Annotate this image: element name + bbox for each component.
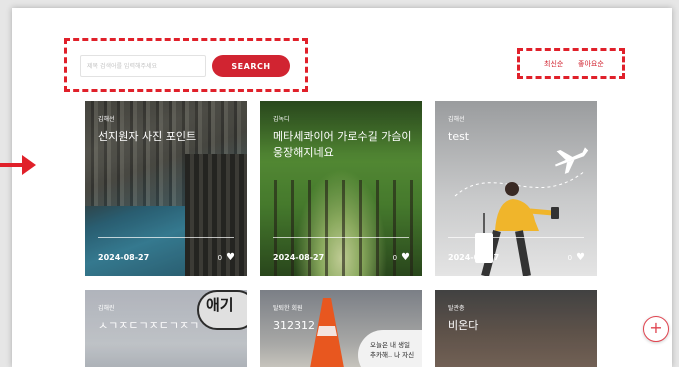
card-likes: 0 ♥: [218, 253, 235, 263]
card-author: 탈퇴한 회원: [273, 305, 303, 312]
card-date: 2024-08-27: [98, 253, 150, 262]
card-likes: 0 ♥: [568, 253, 585, 263]
card-author: 탈관충: [448, 305, 465, 312]
sort-likes-link[interactable]: 좋아요순: [578, 59, 604, 69]
heart-icon[interactable]: ♥: [576, 253, 585, 263]
card-divider: [448, 237, 584, 238]
sort-latest-link[interactable]: 최신순: [544, 59, 563, 69]
card-author: 김녹디: [273, 116, 290, 123]
plus-icon[interactable]: +: [643, 316, 669, 342]
card-title: ㅅㄱㅈㄷㄱㅈㄷㄱㅈㄱ: [98, 319, 200, 332]
page-frame: SEARCH 최신순 좋아요순 김해선 선지원자 사진 포인트 2024-08-…: [12, 8, 672, 367]
search-button[interactable]: SEARCH: [212, 55, 290, 77]
card-author: 김해린: [98, 305, 115, 312]
card-divider: [98, 237, 234, 238]
card-title: 312312: [273, 319, 315, 332]
like-count: 0: [217, 254, 223, 262]
card-title: 메타세콰이어 가로수길 가슴이 웅장해지네요: [273, 130, 412, 159]
card-title: 비온다: [448, 319, 479, 332]
card-date: 2024-08-27: [448, 253, 500, 262]
post-card[interactable]: 애기 김해린 ㅅㄱㅈㄷㄱㅈㄷㄱㅈㄱ: [85, 290, 247, 367]
sort-area-highlight: [517, 48, 625, 79]
card-author: 김해선: [448, 116, 465, 123]
heart-icon[interactable]: ♥: [401, 253, 410, 263]
card-date: 2024-08-27: [273, 253, 325, 262]
traveler-illustration: [454, 147, 589, 276]
card-author: 김해선: [98, 116, 115, 123]
card-divider: [273, 237, 409, 238]
like-count: 0: [392, 254, 398, 262]
arrow-right-icon: [0, 155, 36, 175]
post-card[interactable]: 오늘은 내 생일 추카해.. 나 자신 탈퇴한 회원 312312: [260, 290, 422, 367]
post-card[interactable]: 김녹디 메타세콰이어 가로수길 가슴이 웅장해지네요 2024-08-27 0 …: [260, 101, 422, 276]
post-card[interactable]: 김해선 선지원자 사진 포인트 2024-08-27 0 ♥: [85, 101, 247, 276]
like-count: 0: [567, 254, 573, 262]
card-title: test: [448, 130, 470, 143]
post-card[interactable]: 탈관충 비온다: [435, 290, 597, 367]
bubble-text: 오늘은 내 생일 추카해.. 나 자신: [370, 341, 415, 359]
post-card[interactable]: 김해선 test 2024-08-27 0 ♥: [435, 101, 597, 276]
card-title: 선지원자 사진 포인트: [98, 130, 197, 143]
search-input[interactable]: [80, 55, 206, 77]
card-image: [435, 101, 597, 276]
card-likes: 0 ♥: [393, 253, 410, 263]
heart-icon[interactable]: ♥: [226, 253, 235, 263]
